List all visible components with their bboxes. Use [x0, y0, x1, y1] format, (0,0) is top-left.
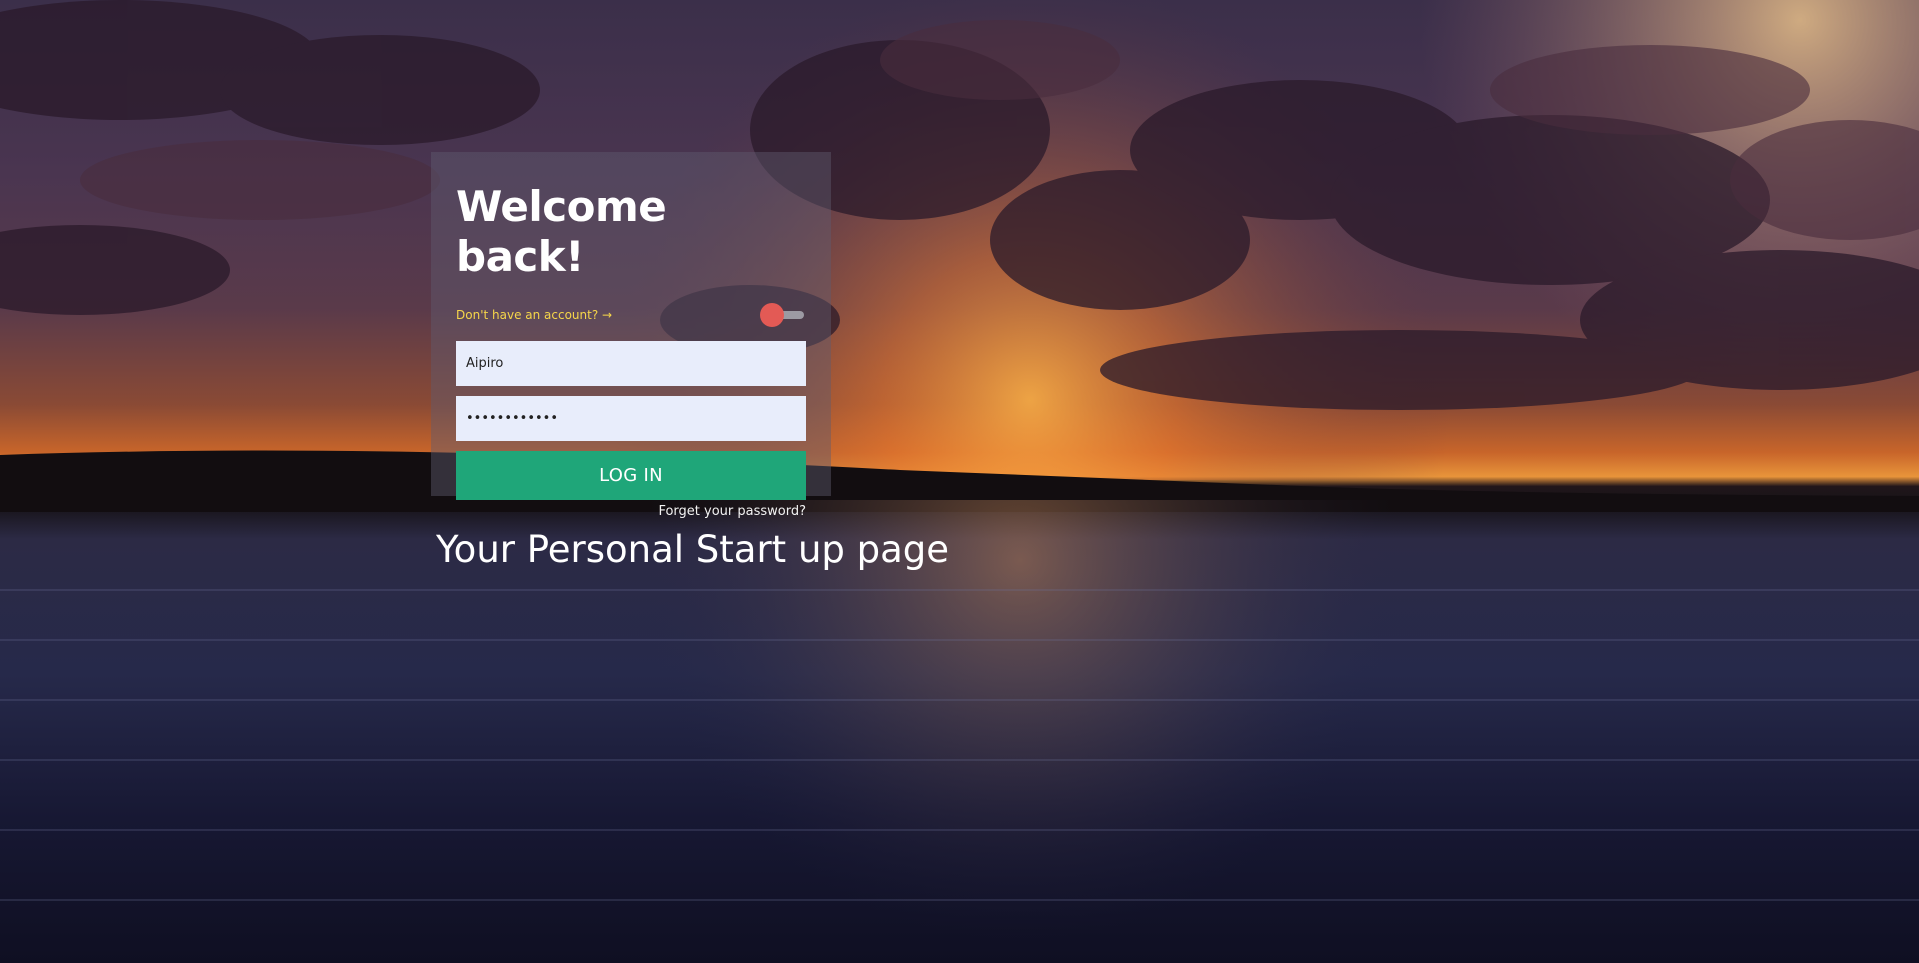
- signup-link[interactable]: Don't have an account? →: [456, 308, 612, 322]
- username-input[interactable]: [456, 340, 806, 386]
- sunset-lake-image: [0, 0, 1919, 963]
- mode-toggle[interactable]: [760, 301, 806, 329]
- background-scene: [0, 0, 1919, 963]
- login-button[interactable]: LOG IN: [456, 450, 806, 500]
- login-card: Welcome back! Don't have an account? → L…: [431, 152, 831, 519]
- password-input[interactable]: [456, 395, 806, 441]
- tagline: Your Personal Start up page: [436, 528, 950, 571]
- signup-row: Don't have an account? →: [456, 301, 806, 329]
- page-title: Welcome back!: [456, 182, 667, 282]
- toggle-knob[interactable]: [760, 302, 784, 327]
- forgot-password-link[interactable]: Forget your password?: [456, 504, 806, 519]
